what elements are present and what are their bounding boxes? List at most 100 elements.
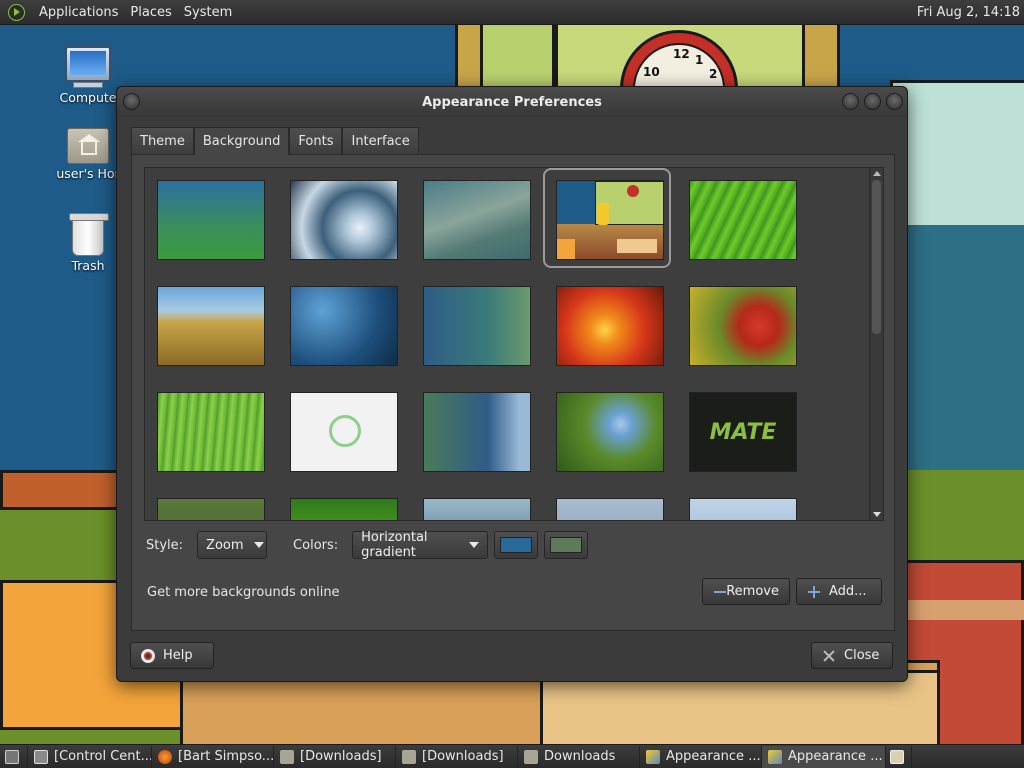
bottom-panel: [Control Cent... [Bart Simpso... [Downlo…: [0, 744, 1024, 768]
menu-places[interactable]: Places: [124, 0, 177, 25]
show-desktop-button[interactable]: [0, 745, 28, 768]
taskbar-item[interactable]: Downloads: [518, 745, 640, 768]
wallpaper-thumbnail[interactable]: [290, 392, 398, 472]
taskbar-item[interactable]: Appearance ...: [640, 745, 762, 768]
close-icon: [822, 649, 836, 663]
appearance-preferences-dialog: Appearance Preferences Theme Background …: [116, 86, 908, 682]
folder-icon: [280, 749, 294, 764]
appearance-icon: [768, 749, 782, 764]
primary-color-swatch: [500, 537, 533, 553]
workspace-icon: [890, 749, 904, 764]
wallpaper-thumbnail[interactable]: [157, 392, 265, 472]
wallpaper-thumbnail[interactable]: [290, 286, 398, 366]
style-label: Style:: [146, 537, 184, 553]
chevron-down-icon: [469, 542, 480, 548]
folder-icon: [402, 749, 416, 764]
secondary-color-swatch: [550, 537, 583, 553]
maximize-button[interactable]: [864, 93, 881, 110]
minimize-button[interactable]: [842, 93, 859, 110]
mate-wallpaper-text: MATE: [709, 419, 777, 445]
style-select[interactable]: Zoom: [197, 531, 268, 559]
taskbar-item-label: [Control Cent...: [54, 749, 152, 764]
tab-background[interactable]: Background: [193, 127, 290, 155]
desktop-icon-label: Trash: [71, 258, 105, 273]
add-label: Add...: [829, 584, 867, 599]
chevron-down-icon: [253, 542, 264, 548]
add-icon: [807, 585, 821, 599]
close-button[interactable]: Close: [811, 642, 893, 669]
window-menu-button[interactable]: [123, 93, 140, 110]
tab-bar: Theme Background Fonts Interface: [131, 127, 419, 155]
wallpaper-thumbnail[interactable]: [290, 180, 398, 260]
wallpaper-thumbnail[interactable]: [157, 498, 265, 520]
home-folder-icon: [67, 128, 109, 164]
remove-label: Remove: [726, 584, 779, 599]
desktop-icon-label: user's Hor: [56, 166, 120, 181]
style-colors-row: Style: Zoom Colors: Horizontal gradient: [146, 530, 589, 560]
scroll-down-arrow-icon[interactable]: [873, 512, 881, 517]
tab-fonts[interactable]: Fonts: [289, 127, 343, 154]
desktop-icon-label: Compute: [59, 90, 117, 105]
firefox-icon: [158, 749, 172, 764]
secondary-color-button[interactable]: [544, 531, 589, 559]
dialog-titlebar[interactable]: Appearance Preferences: [117, 87, 907, 117]
taskbar-item-label: Appearance ...: [788, 749, 883, 764]
style-select-value: Zoom: [206, 537, 244, 553]
colors-label: Colors:: [293, 537, 339, 553]
trash-icon: [69, 213, 109, 256]
menu-system[interactable]: System: [178, 0, 238, 25]
wallpaper-thumbnail[interactable]: [290, 498, 398, 520]
colors-select-value: Horizontal gradient: [361, 530, 428, 560]
taskbar-item[interactable]: [Downloads]: [274, 745, 396, 768]
top-panel: Applications Places System Fri Aug 2, 14…: [0, 0, 1024, 25]
wallpaper-thumbnail[interactable]: [556, 392, 664, 472]
taskbar-item[interactable]: [Control Cent...: [28, 745, 152, 768]
remove-icon: [713, 585, 727, 599]
wallpaper-grid[interactable]: MATE: [144, 167, 884, 521]
taskbar-item[interactable]: [Downloads]: [396, 745, 518, 768]
taskbar-item-label: Appearance ...: [666, 749, 761, 764]
tab-theme[interactable]: Theme: [131, 127, 194, 154]
background-tab-panel: MATE Style: Zoom Colors: Horizontal grad…: [131, 154, 895, 631]
wallpaper-thumbnail[interactable]: [556, 286, 664, 366]
wallpaper-thumbnail[interactable]: [157, 286, 265, 366]
show-desktop-icon: [5, 749, 19, 764]
wallpaper-thumbnail[interactable]: [556, 498, 664, 520]
help-label: Help: [163, 648, 193, 663]
taskbar-item-label: [Bart Simpso...: [178, 749, 274, 764]
menu-applications[interactable]: Applications: [33, 0, 124, 25]
scrollbar-thumb[interactable]: [872, 180, 881, 334]
mate-logo-icon: [329, 415, 361, 447]
wallpaper-thumbnail[interactable]: [423, 180, 531, 260]
dialog-title: Appearance Preferences: [422, 94, 602, 110]
tab-interface[interactable]: Interface: [342, 127, 419, 154]
appearance-icon: [646, 749, 660, 764]
workspace-switcher[interactable]: [886, 745, 912, 768]
grid-scrollbar[interactable]: [869, 168, 883, 520]
panel-clock[interactable]: Fri Aug 2, 14:18: [917, 5, 1024, 20]
wallpaper-thumbnail[interactable]: [423, 498, 531, 520]
computer-icon: [65, 46, 111, 88]
taskbar-item[interactable]: [Bart Simpso...: [152, 745, 274, 768]
mate-menu-icon[interactable]: [8, 3, 25, 21]
scroll-up-arrow-icon[interactable]: [873, 171, 881, 176]
taskbar-item-label: Downloads: [544, 749, 616, 764]
wallpaper-thumbnail[interactable]: MATE: [689, 392, 797, 472]
taskbar-item-active[interactable]: Appearance ...: [762, 745, 886, 768]
primary-color-button[interactable]: [494, 531, 539, 559]
wallpaper-thumbnail[interactable]: [157, 180, 265, 260]
add-button[interactable]: Add...: [796, 578, 882, 605]
wallpaper-thumbnail[interactable]: [423, 286, 531, 366]
remove-button[interactable]: Remove: [702, 578, 790, 605]
wallpaper-thumbnail[interactable]: [689, 180, 797, 260]
wallpaper-thumbnail-selected[interactable]: [556, 180, 664, 260]
get-more-backgrounds-link[interactable]: Get more backgrounds online: [147, 585, 340, 600]
help-icon: [141, 648, 155, 663]
close-label: Close: [844, 648, 880, 663]
colors-select[interactable]: Horizontal gradient: [352, 530, 489, 560]
close-window-button[interactable]: [886, 93, 903, 110]
wallpaper-thumbnail[interactable]: [423, 392, 531, 472]
wallpaper-thumbnail[interactable]: [689, 498, 797, 520]
wallpaper-thumbnail[interactable]: [689, 286, 797, 366]
help-button[interactable]: Help: [130, 642, 214, 669]
